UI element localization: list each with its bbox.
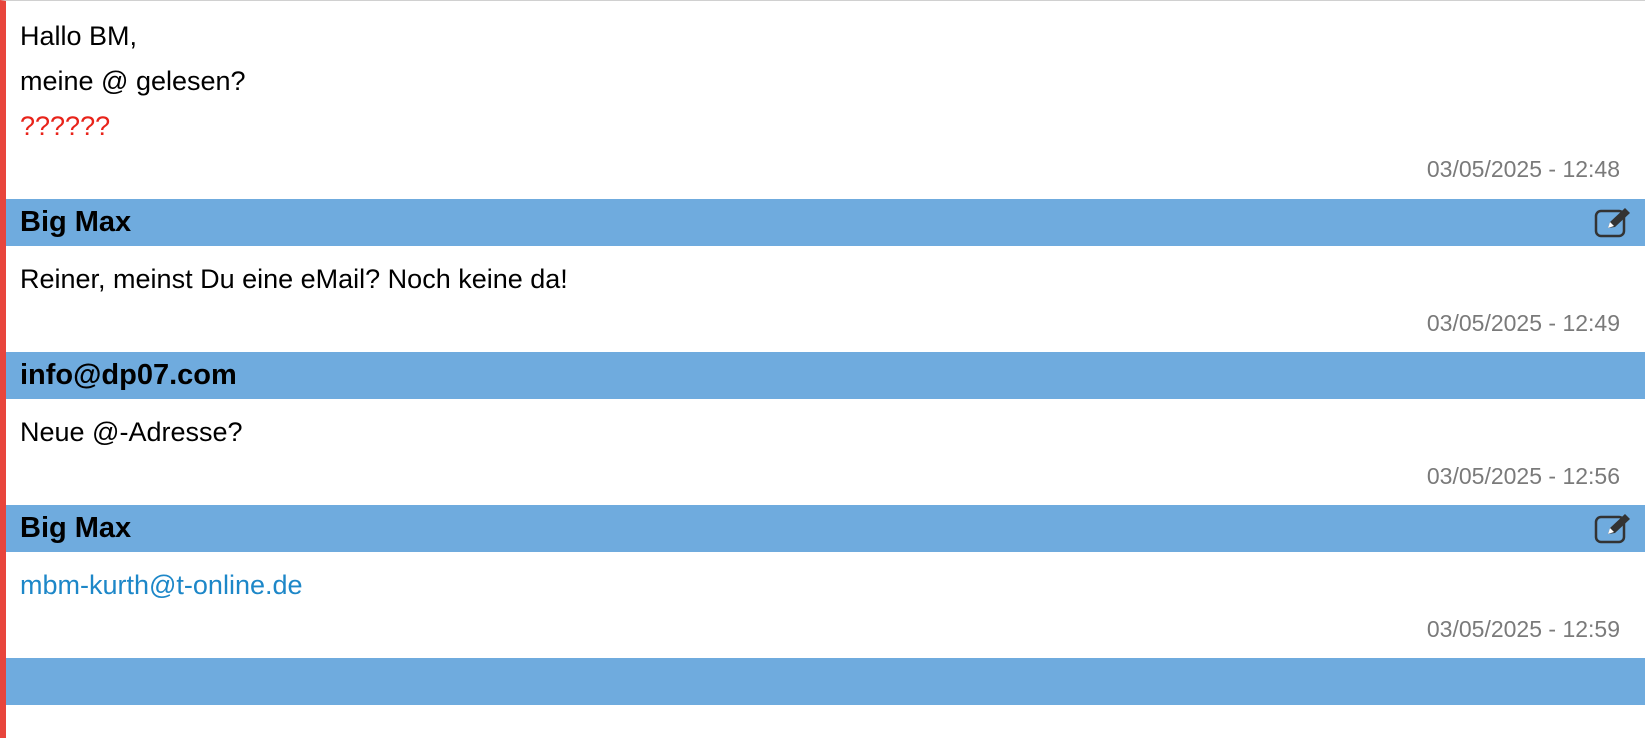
post-header — [6, 658, 1645, 705]
comment-thread: Hallo BM, meine @ gelesen? ?????? 03/05/… — [0, 0, 1645, 738]
post-body: mbm-kurth@t-online.de 03/05/2025 - 12:59 — [6, 552, 1645, 658]
post-header: Big Max — [6, 199, 1645, 246]
edit-button[interactable] — [1593, 206, 1633, 240]
post-author: info@dp07.com — [20, 359, 237, 391]
post-text-line: Neue @-Adresse? — [20, 417, 243, 447]
post-timestamp: 03/05/2025 - 12:59 — [1426, 616, 1620, 642]
post-author: Big Max — [20, 512, 132, 544]
post-author: Big Max — [20, 206, 132, 238]
post-timestamp: 03/05/2025 - 12:49 — [1426, 310, 1620, 336]
edit-button[interactable] — [1593, 512, 1633, 546]
post-body: Hallo BM, meine @ gelesen? ?????? 03/05/… — [6, 1, 1645, 199]
post-header: Big Max — [6, 505, 1645, 552]
email-link[interactable]: mbm-kurth@t-online.de — [20, 562, 1632, 609]
post-timestamp: 03/05/2025 - 12:48 — [1426, 156, 1620, 182]
edit-icon — [1594, 513, 1630, 543]
post-body: Reiner, meinst Du eine eMail? Noch keine… — [6, 246, 1645, 352]
edit-icon — [1594, 207, 1630, 237]
post-text-line: Reiner, meinst Du eine eMail? Noch keine… — [20, 264, 568, 294]
post-header: info@dp07.com — [6, 352, 1645, 399]
post-text-line: meine @ gelesen? — [20, 66, 246, 96]
post-text-line: Hallo BM, — [20, 21, 138, 51]
highlighted-text: ?????? — [20, 111, 111, 141]
post-body: Neue @-Adresse? 03/05/2025 - 12:56 — [6, 399, 1645, 505]
post-timestamp: 03/05/2025 - 12:56 — [1426, 463, 1620, 489]
